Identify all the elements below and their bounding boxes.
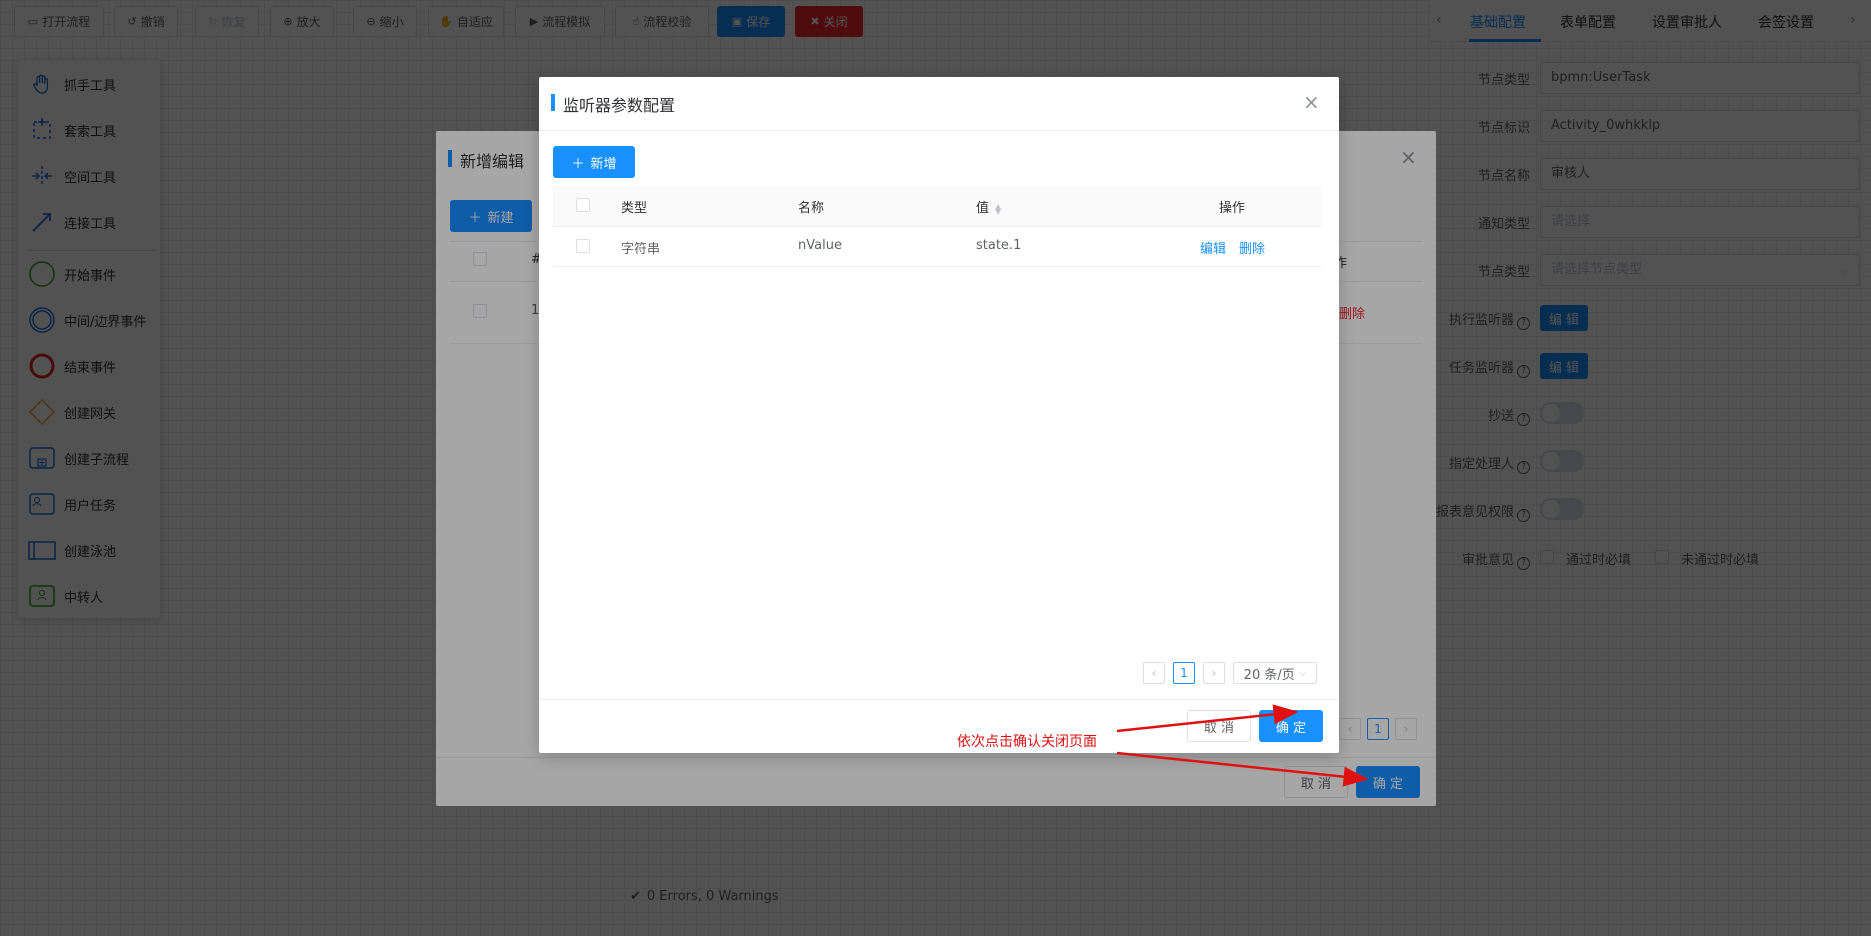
arrow-to-back-confirm (1116, 751, 1369, 787)
arrow-to-front-confirm (1116, 704, 1299, 733)
annotation-arrows (1116, 704, 1369, 787)
